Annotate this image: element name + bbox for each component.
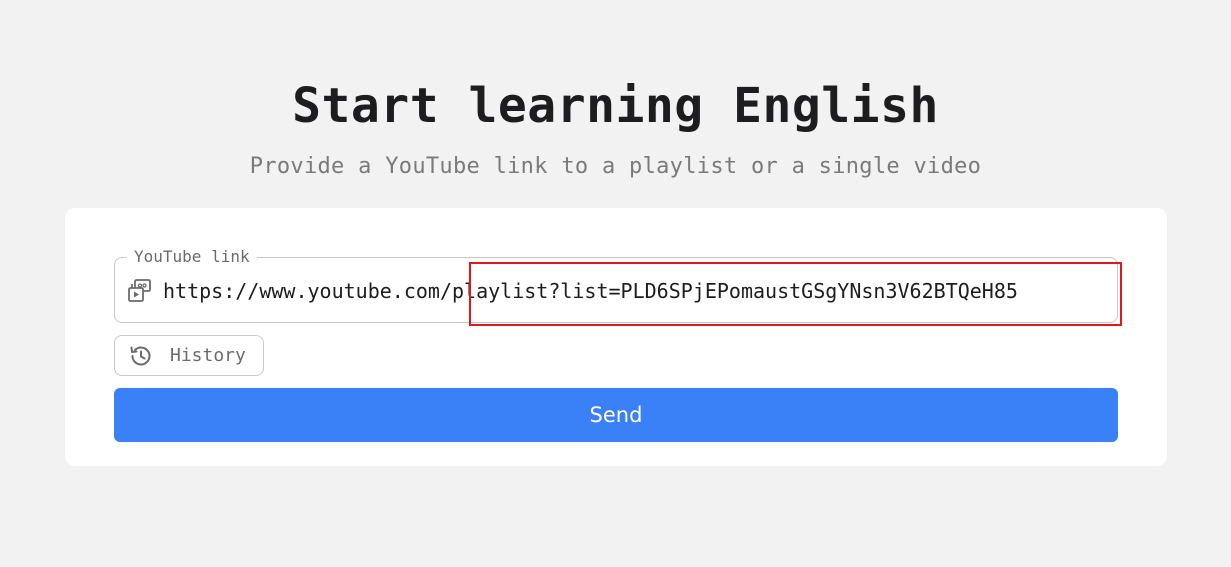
send-button[interactable]: Send [114,388,1118,442]
youtube-link-field: YouTube link [114,247,1118,323]
history-button-label: History [170,345,246,366]
page: Start learning English Provide a YouTube… [0,0,1231,567]
youtube-link-legend: YouTube link [127,247,257,267]
history-button[interactable]: History [114,335,264,376]
video-playlist-icon [127,278,153,304]
youtube-link-input[interactable] [163,273,1113,309]
page-title: Start learning English [292,78,939,134]
page-subtitle: Provide a YouTube link to a playlist or … [249,154,982,179]
history-icon [128,343,154,369]
link-form-card: YouTube link Histor [65,208,1167,466]
